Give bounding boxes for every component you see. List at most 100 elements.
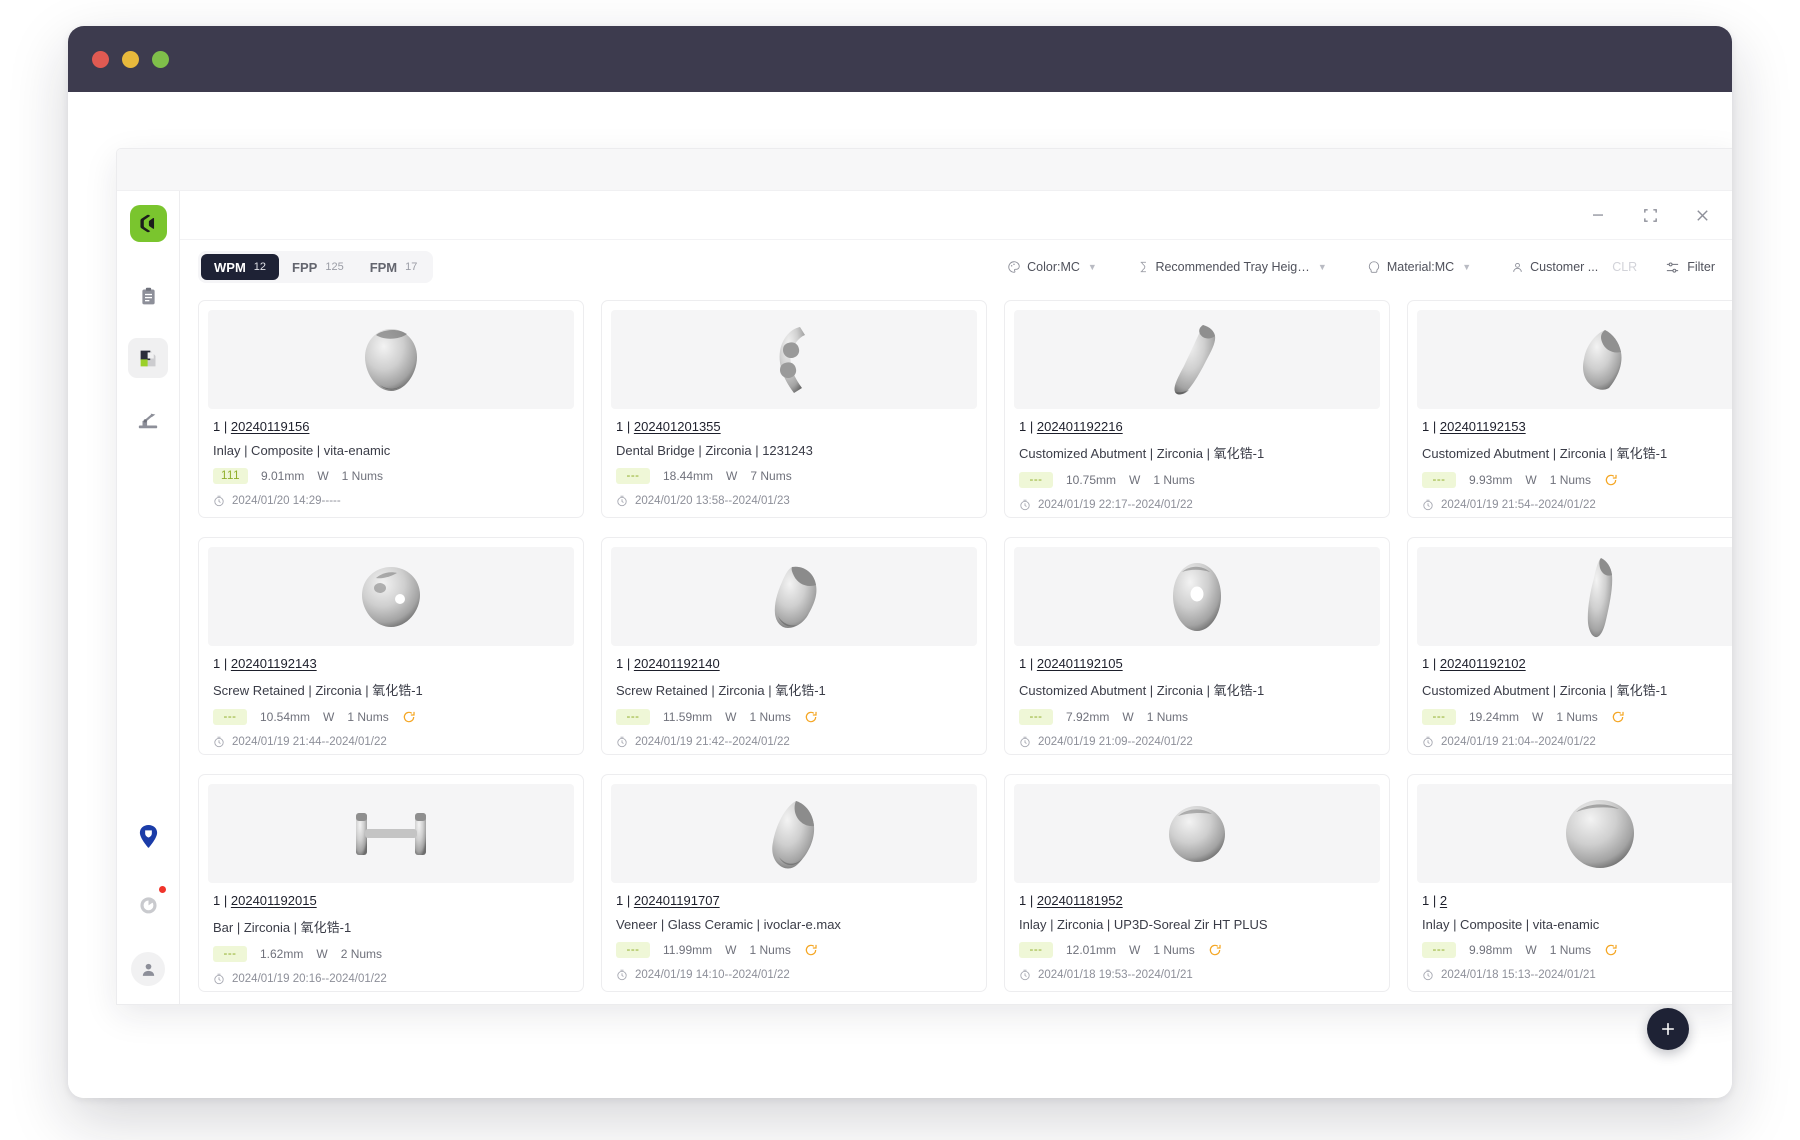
card-thumbnail[interactable] bbox=[611, 310, 977, 409]
tab-wpm[interactable]: WPM 12 bbox=[201, 254, 280, 280]
card-id[interactable]: 202401192153 bbox=[1440, 419, 1526, 434]
card-refresh-status[interactable] bbox=[1208, 943, 1222, 957]
filter-customer[interactable]: Customer ... bbox=[1511, 260, 1598, 274]
product-card[interactable]: 1 | 202401192015 Bar | Zirconia | 氧化锆-1 … bbox=[198, 774, 584, 992]
maximize-traffic-light[interactable] bbox=[152, 50, 169, 68]
card-thumbnail[interactable] bbox=[1014, 310, 1380, 409]
card-height: 19.24mm bbox=[1469, 710, 1520, 724]
product-card[interactable]: 1 | 202401181952 Inlay | Zirconia | UP3D… bbox=[1004, 774, 1390, 992]
card-refresh-status[interactable] bbox=[402, 710, 416, 724]
filter-button[interactable]: Filter bbox=[1651, 260, 1715, 275]
close-button[interactable] bbox=[1691, 204, 1713, 226]
card-id[interactable]: 202401192015 bbox=[231, 893, 317, 908]
card-id-row: 1 | 202401192105 bbox=[1014, 656, 1380, 671]
product-card[interactable]: 1 | 202401192105 Customized Abutment | Z… bbox=[1004, 537, 1390, 755]
product-card[interactable]: 1 | 202401192153 Customized Abutment | Z… bbox=[1407, 300, 1732, 518]
card-thumbnail[interactable] bbox=[1014, 547, 1380, 646]
filter-button-label: Filter bbox=[1687, 260, 1715, 274]
user-icon bbox=[1513, 262, 1522, 272]
card-nums: 1 Nums bbox=[1549, 473, 1592, 487]
card-id[interactable]: 202401191707 bbox=[634, 893, 720, 908]
card-id[interactable]: 20240119156 bbox=[231, 419, 310, 434]
refresh-icon bbox=[805, 711, 817, 723]
card-id-row: 1 | 20240119156 bbox=[208, 419, 574, 434]
clear-filters-button[interactable]: CLR bbox=[1608, 260, 1641, 274]
avatar[interactable] bbox=[131, 952, 165, 986]
card-refresh-status[interactable] bbox=[804, 710, 818, 724]
card-id[interactable]: 2 bbox=[1440, 893, 1447, 908]
card-nums: 1 Nums bbox=[1153, 473, 1195, 487]
filter-color-label: Color:MC bbox=[1027, 260, 1080, 274]
card-thumbnail[interactable] bbox=[611, 547, 977, 646]
card-id[interactable]: 202401192143 bbox=[231, 656, 317, 671]
card-thumbnail[interactable] bbox=[208, 547, 574, 646]
card-thumbnail[interactable] bbox=[1417, 784, 1732, 883]
card-thumbnail[interactable] bbox=[1417, 547, 1732, 646]
card-thumbnail[interactable] bbox=[611, 784, 977, 883]
card-flag: W bbox=[1525, 473, 1537, 487]
product-card[interactable]: 1 | 202401192140 Screw Retained | Zircon… bbox=[601, 537, 987, 755]
card-thumbnail[interactable] bbox=[1014, 784, 1380, 883]
window-titlebar bbox=[68, 26, 1732, 92]
card-flag: W bbox=[1525, 943, 1537, 957]
app-logo[interactable] bbox=[129, 205, 167, 242]
card-refresh-status[interactable] bbox=[1604, 943, 1618, 957]
layers-icon bbox=[140, 350, 155, 366]
product-card[interactable]: 1 | 202401192216 Customized Abutment | Z… bbox=[1004, 300, 1390, 518]
card-id[interactable]: 202401192140 bbox=[634, 656, 720, 671]
card-id[interactable]: 202401192102 bbox=[1440, 656, 1526, 671]
minimize-traffic-light[interactable] bbox=[122, 50, 139, 68]
card-grid-wrapper: 1 | 20240119156 Inlay | Composite | vita… bbox=[180, 294, 1732, 1004]
restore-button[interactable] bbox=[1639, 204, 1661, 226]
close-traffic-light[interactable] bbox=[92, 50, 109, 68]
card-id-row: 1 | 202401181952 bbox=[1014, 893, 1380, 908]
tab-fpm[interactable]: FPM 17 bbox=[357, 254, 431, 280]
card-badge: --- bbox=[1019, 472, 1053, 488]
product-card[interactable]: 1 | 202401201355 Dental Bridge | Zirconi… bbox=[601, 300, 987, 518]
card-id[interactable]: 202401192105 bbox=[1037, 656, 1123, 671]
tab-fpp[interactable]: FPP 125 bbox=[279, 254, 357, 280]
logo-glyph bbox=[139, 214, 154, 233]
sidebar-item-notifications[interactable] bbox=[128, 884, 168, 924]
card-id[interactable]: 202401192216 bbox=[1037, 419, 1123, 434]
filter-material[interactable]: Material:MC ▼ bbox=[1367, 260, 1471, 274]
card-refresh-status[interactable] bbox=[804, 943, 818, 957]
refresh-icon bbox=[403, 711, 415, 723]
card-time: 2024/01/19 21:54--2024/01/22 bbox=[1441, 499, 1596, 511]
card-badge: --- bbox=[616, 942, 650, 958]
card-time: 2024/01/19 21:04--2024/01/22 bbox=[1441, 736, 1596, 748]
card-title: Customized Abutment | Zirconia | 氧化锆-1 bbox=[1019, 446, 1265, 461]
card-badge: --- bbox=[1422, 472, 1456, 488]
card-thumbnail[interactable] bbox=[208, 310, 574, 409]
product-card[interactable]: 1 | 20240119156 Inlay | Composite | vita… bbox=[198, 300, 584, 518]
card-badge: --- bbox=[213, 946, 247, 962]
card-thumbnail[interactable] bbox=[1417, 310, 1732, 409]
card-meta: --- 18.44mm W 7 Nums bbox=[611, 468, 977, 484]
filter-color[interactable]: Color:MC ▼ bbox=[1007, 260, 1097, 274]
product-card[interactable]: 1 | 202401192143 Screw Retained | Zircon… bbox=[198, 537, 584, 755]
card-thumbnail[interactable] bbox=[208, 784, 574, 883]
card-id-separator: | bbox=[1432, 893, 1437, 908]
card-nums: 1 Nums bbox=[1549, 943, 1592, 957]
add-button[interactable] bbox=[1647, 1008, 1689, 1050]
card-id-row: 1 | 202401192216 bbox=[1014, 419, 1380, 434]
card-nums: 1 Nums bbox=[1153, 943, 1195, 957]
product-card[interactable]: 1 | 202401191707 Veneer | Glass Ceramic … bbox=[601, 774, 987, 992]
card-height: 10.75mm bbox=[1066, 473, 1117, 487]
sidebar-item-clipboard[interactable] bbox=[128, 276, 168, 316]
card-id[interactable]: 202401181952 bbox=[1037, 893, 1123, 908]
product-card[interactable]: 1 | 202401192102 Customized Abutment | Z… bbox=[1407, 537, 1732, 755]
sidebar-item-machine[interactable] bbox=[128, 400, 168, 440]
height-icon bbox=[1140, 261, 1146, 273]
card-id-separator: | bbox=[626, 893, 631, 908]
card-id[interactable]: 202401201355 bbox=[634, 419, 721, 434]
card-refresh-status[interactable] bbox=[1611, 710, 1625, 724]
filter-tray-height[interactable]: Recommended Tray Heigh... ▼ bbox=[1137, 260, 1327, 274]
card-refresh-status[interactable] bbox=[1604, 473, 1618, 487]
sidebar-item-shield[interactable] bbox=[128, 816, 168, 856]
tab-fpm-count: 17 bbox=[405, 261, 418, 273]
card-height: 11.59mm bbox=[663, 710, 713, 724]
product-card[interactable]: 1 | 2 Inlay | Composite | vita-enamic --… bbox=[1407, 774, 1732, 992]
minimize-button[interactable] bbox=[1587, 204, 1609, 226]
sidebar-item-layers[interactable] bbox=[128, 338, 168, 378]
